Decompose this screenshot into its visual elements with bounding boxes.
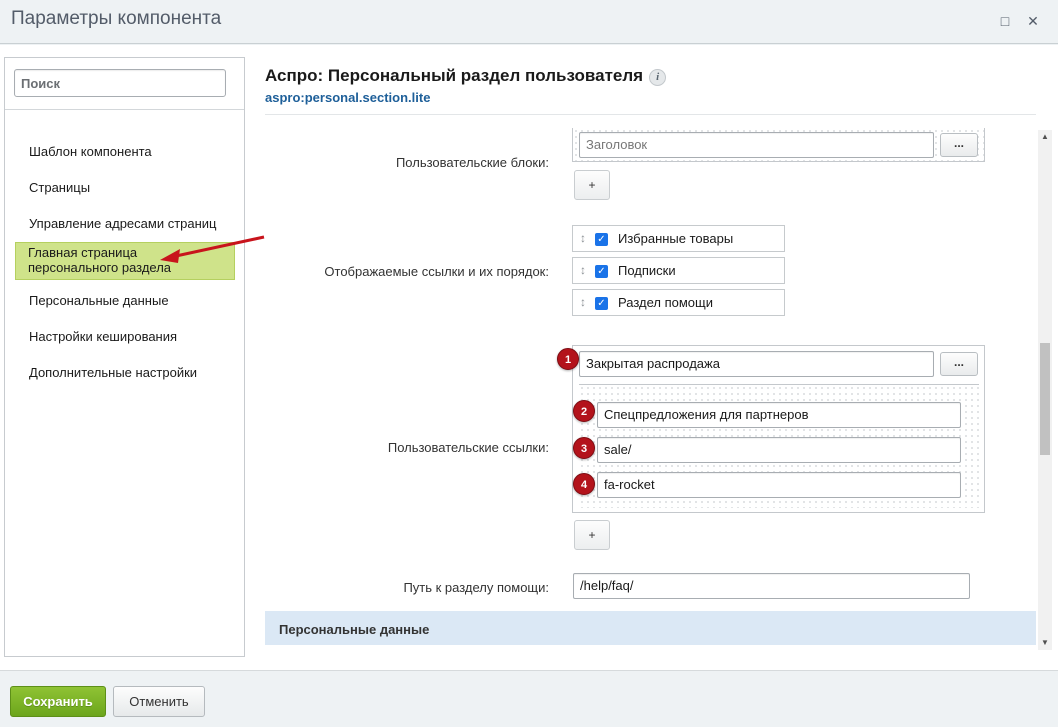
badge-4: 4 — [573, 473, 595, 495]
section-header-personal-data[interactable]: Персональные данные — [265, 611, 1036, 645]
user-link-url-field[interactable]: sale/ — [597, 437, 961, 463]
cancel-button[interactable]: Отменить — [113, 686, 205, 717]
section-header-label: Персональные данные — [279, 622, 430, 637]
drag-handle-icon[interactable]: ↕ — [580, 263, 586, 277]
header-divider — [265, 114, 1036, 115]
checkbox-checked-icon[interactable]: ✓ — [595, 265, 608, 278]
link-row-subscriptions[interactable]: ↕ ✓ Подписки — [572, 257, 785, 284]
save-button[interactable]: Сохранить — [10, 686, 106, 717]
user-links-label: Пользовательские ссылки: — [387, 440, 549, 455]
badge-3: 3 — [573, 437, 595, 459]
link-row-help[interactable]: ↕ ✓ Раздел помощи — [572, 289, 785, 316]
scroll-down-icon[interactable]: ▼ — [1038, 636, 1052, 650]
help-path-label: Путь к разделу помощи: — [403, 580, 549, 595]
maximize-icon[interactable]: □ — [996, 12, 1014, 30]
user-blocks-add-button[interactable]: + — [574, 170, 610, 200]
drag-handle-icon[interactable]: ↕ — [580, 295, 586, 309]
drag-handle-icon[interactable]: ↕ — [580, 231, 586, 245]
sidebar-item-url-management[interactable]: Управление адресами страниц — [16, 216, 236, 231]
badge-2: 2 — [573, 400, 595, 422]
sidebar-item-component-template[interactable]: Шаблон компонента — [16, 144, 236, 159]
user-link-name-field[interactable]: Спецпредложения для партнеров — [597, 402, 961, 428]
sidebar-item-personal-data[interactable]: Персональные данные — [16, 293, 236, 308]
search-area — [5, 58, 244, 110]
link-row-label: Раздел помощи — [618, 295, 713, 310]
displayed-links-label: Отображаемые ссылки и их порядок: — [324, 264, 549, 279]
dialog-footer: Сохранить Отменить — [0, 670, 1058, 727]
scroll-thumb[interactable] — [1040, 343, 1050, 455]
help-path-field[interactable]: /help/faq/ — [573, 573, 970, 599]
link-row-label: Подписки — [618, 263, 676, 278]
sidebar-item-pages[interactable]: Страницы — [16, 180, 236, 195]
component-title: Аспро: Персональный раздел пользователя — [265, 66, 644, 85]
component-header: Аспро: Персональный раздел пользователя i… — [265, 66, 667, 106]
user-blocks-label: Пользовательские блоки: — [395, 155, 549, 170]
user-links-add-button[interactable]: + — [574, 520, 610, 550]
scroll-up-icon[interactable]: ▲ — [1038, 130, 1052, 144]
user-link-title-field[interactable]: Закрытая распродажа — [579, 351, 934, 377]
sidebar-item-additional[interactable]: Дополнительные настройки — [16, 365, 236, 380]
component-code: aspro:personal.section.lite — [265, 90, 431, 106]
user-link-icon-field[interactable]: fa-rocket — [597, 472, 961, 498]
user-link-dots-button[interactable]: ... — [940, 352, 978, 376]
user-block-dots-button[interactable]: ... — [940, 133, 978, 157]
user-block-title-field[interactable]: Заголовок — [579, 132, 934, 158]
info-icon[interactable]: i — [649, 69, 667, 87]
badge-1: 1 — [557, 348, 579, 370]
dialog-titlebar: Параметры компонента □ ✕ — [0, 0, 1058, 44]
dialog-title: Параметры компонента — [11, 8, 222, 29]
sidebar: Шаблон компонента Страницы Управление ад… — [4, 57, 245, 657]
content-scrollbar[interactable]: ▲ ▼ — [1038, 130, 1052, 650]
sidebar-item-personal-main[interactable]: Главная страница персонального раздела — [15, 242, 235, 280]
close-icon[interactable]: ✕ — [1024, 12, 1042, 30]
checkbox-checked-icon[interactable]: ✓ — [595, 297, 608, 310]
link-row-favorites[interactable]: ↕ ✓ Избранные товары — [572, 225, 785, 252]
sidebar-item-caching[interactable]: Настройки кеширования — [16, 329, 236, 344]
search-input[interactable] — [14, 69, 226, 97]
link-row-label: Избранные товары — [618, 231, 734, 246]
checkbox-checked-icon[interactable]: ✓ — [595, 233, 608, 246]
